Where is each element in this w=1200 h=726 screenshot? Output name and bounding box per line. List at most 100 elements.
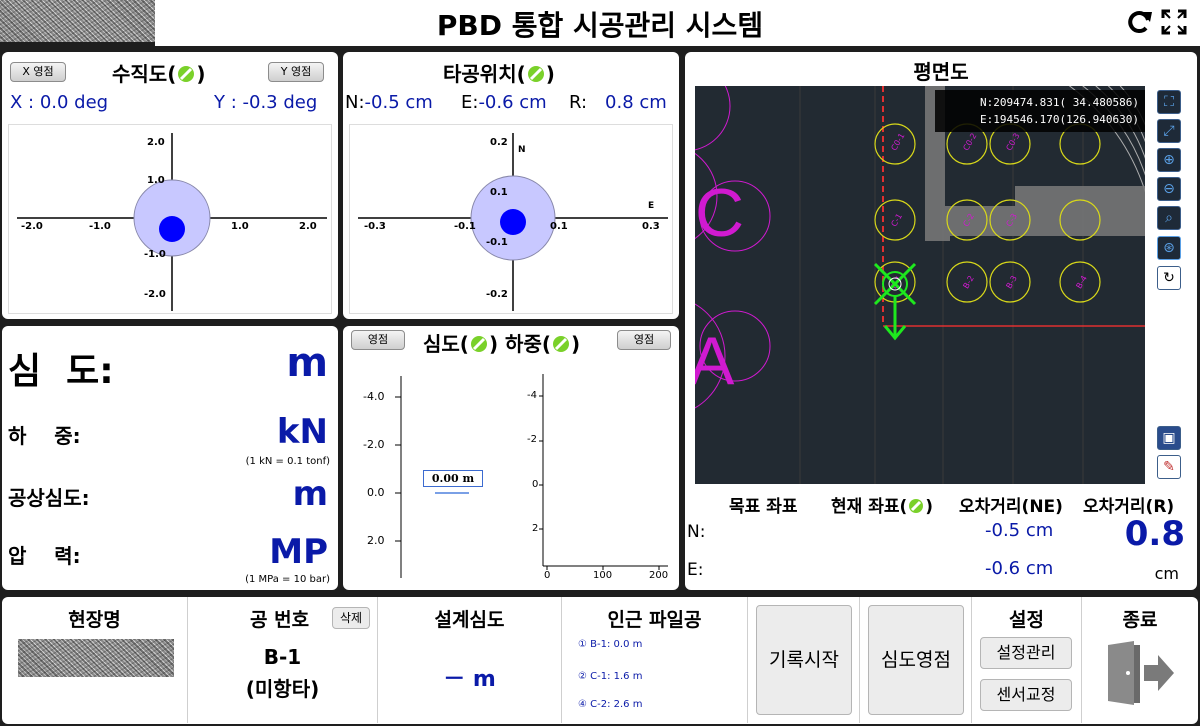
x-tick: -2.0: [21, 221, 43, 232]
zoom-out-icon[interactable]: ⊖: [1157, 177, 1181, 201]
settings-manage-button[interactable]: 설정관리: [980, 637, 1072, 669]
site-name-image: [18, 639, 174, 677]
export-icon[interactable]: ✎: [1157, 455, 1181, 479]
pile-label: C-1: [889, 212, 904, 228]
col-current-label: 현재 좌표(: [831, 497, 908, 517]
zoom-window-icon[interactable]: ⌕: [1157, 206, 1181, 230]
zoom-in-icon[interactable]: ⊕: [1157, 148, 1181, 172]
y-zero-button[interactable]: Y 영점: [268, 62, 324, 82]
coord-e: E:194546.170(126.940630): [980, 113, 1139, 126]
load-y-tick: -4: [527, 390, 537, 401]
pile-label: B-3: [1004, 274, 1019, 290]
sensor-link-icon: [469, 334, 489, 354]
depth-zero-button[interactable]: 영점: [351, 330, 405, 350]
delete-button[interactable]: 삭제: [332, 607, 370, 629]
r-error-unit: cm: [1154, 564, 1179, 583]
y-tick: -0.1: [486, 237, 508, 248]
col-err-ne: 오차거리(NE): [959, 497, 1063, 517]
y-tick: 2.0: [147, 137, 165, 148]
coord-readout: N:209474.831( 34.480586) E:194546.170(12…: [935, 90, 1145, 132]
plan-letter-a: A: [695, 323, 735, 399]
save-icon[interactable]: ▣: [1157, 426, 1181, 450]
nearby-item: ② C-1: 1.6 m: [578, 671, 643, 682]
hole-no-label: 공 번호: [250, 609, 310, 631]
pile-label: B-2: [961, 274, 976, 290]
expand-icon[interactable]: [1160, 8, 1188, 36]
x-angle-value: X : 0.0 deg: [10, 92, 109, 113]
title-end: ): [571, 332, 581, 356]
nearby-label: 인근 파일공: [607, 609, 702, 631]
hole-status: (미항타): [245, 677, 320, 701]
sensor-link-icon: [551, 334, 571, 354]
hole-no-cell: 공 번호 삭제 B-1 (미항타): [188, 597, 378, 723]
position-panel: 타공위치() N:-0.5 cm E:-0.6 cm R: 0.8 cm -0.3…: [343, 52, 679, 319]
x-tick: -0.3: [364, 221, 386, 232]
pile-label: B-4: [1074, 274, 1089, 290]
load-chart: [539, 374, 668, 570]
fit-icon[interactable]: ⤢: [1157, 119, 1181, 143]
rotate-icon[interactable]: ↻: [1157, 266, 1181, 290]
r-error-value: 0.8: [1124, 514, 1185, 554]
depth-tick: -2.0: [363, 438, 385, 451]
load-zero-button[interactable]: 영점: [617, 330, 671, 350]
locate-icon[interactable]: ⊛: [1157, 236, 1181, 260]
sensor-calibration-button[interactable]: 센서교정: [980, 679, 1072, 711]
pressure-label: 압 력:: [8, 544, 81, 568]
depth-tick: -4.0: [363, 390, 385, 403]
pile-label: C0-1: [889, 132, 906, 153]
depth-zero-button[interactable]: 심도영점: [868, 605, 964, 715]
logo-image: [0, 0, 155, 42]
design-depth-cell: 설계심도 － m: [378, 597, 562, 723]
axis-e-label: E: [648, 201, 655, 211]
x-tick: -0.1: [454, 221, 476, 232]
x-tick: 0.3: [642, 221, 660, 232]
y-tick: 1.0: [147, 175, 165, 186]
col-current-end: ): [925, 497, 934, 517]
sensor-link-icon: [176, 64, 196, 84]
depth-marker-line: [435, 492, 469, 494]
depth-tick: 0.0: [367, 486, 385, 499]
x-tick: 0.1: [550, 221, 568, 232]
row-n-label: N:: [687, 522, 706, 542]
depth-title: 심도(: [423, 332, 469, 356]
fullscreen-icon[interactable]: ⛶: [1157, 90, 1181, 114]
exit-cell: 종료: [1082, 597, 1198, 723]
axis-n-label: N: [518, 145, 526, 155]
hole-depth-unit: m: [292, 474, 328, 514]
sensor-link-icon: [526, 64, 546, 84]
app-title: PBD 통합 시공관리 시스템: [436, 9, 764, 42]
nearby-item: ① B-1: 0.0 m: [578, 639, 643, 650]
e-current-value: -0.6 cm: [985, 558, 1054, 579]
verticality-title: 수직도(): [112, 58, 205, 87]
depth-load-title: 심도( ) 하중(): [423, 328, 580, 357]
e-value: -0.6 cm: [478, 92, 547, 113]
site-cell: 현장명: [2, 597, 188, 723]
design-depth-label: 설계심도: [434, 609, 505, 631]
load-title: ) 하중(: [488, 332, 551, 356]
depth-load-panel: 영점 심도() 하중() 영점 -4.0 -2.0 0.0 2.0 0.00 m…: [343, 326, 679, 590]
load-y-tick: 2: [532, 523, 539, 534]
load-x-tick: 200: [649, 570, 669, 581]
col-target: 목표 좌표: [729, 497, 798, 517]
plan-canvas[interactable]: C A C0-1 C0-2 C0-3 C-1 C-2 C-3 B-1 B-2 B…: [695, 86, 1145, 484]
n-label: N:: [345, 92, 365, 113]
readouts-panel: 심 도: m 하 중: kN (1 kN = 0.1 tonf) 공상심도: m…: [2, 326, 338, 590]
exit-icon[interactable]: [1104, 639, 1176, 707]
depth-tick: 2.0: [367, 534, 385, 547]
design-depth-value: － m: [443, 667, 496, 692]
x-zero-button[interactable]: X 영점: [10, 62, 66, 82]
load-y-tick: 0: [532, 479, 539, 490]
verticality-plot: -2.0 -1.0 1.0 2.0 2.0 1.0 -1.0 -2.0: [8, 124, 332, 314]
n-current-value: -0.5 cm: [985, 520, 1054, 541]
load-label: 하 중:: [8, 424, 81, 448]
y-tick: -2.0: [144, 289, 166, 300]
pile-label: C0-2: [961, 132, 978, 153]
load-unit: kN: [276, 412, 328, 452]
record-start-button[interactable]: 기록시작: [756, 605, 852, 715]
refresh-icon[interactable]: [1126, 8, 1154, 36]
verticality-title-label: 수직도(: [112, 62, 177, 86]
row-e-label: E:: [687, 560, 704, 580]
plan-letter-c: C: [695, 175, 744, 251]
load-x-tick: 100: [593, 570, 613, 581]
position-title-end: ): [545, 62, 555, 86]
